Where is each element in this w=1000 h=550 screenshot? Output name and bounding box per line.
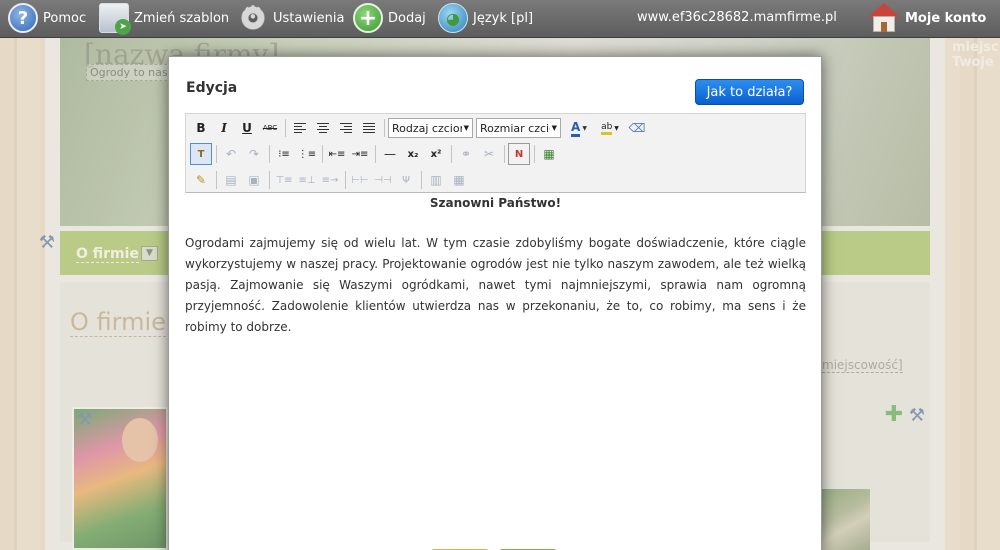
edit-modal: Edycja Jak to działa? B I U ABC Rodzaj c… bbox=[168, 56, 822, 550]
numbered-list-icon[interactable]: ⋮≡ bbox=[296, 143, 318, 165]
delete-row-icon[interactable]: ≡→ bbox=[319, 169, 341, 191]
help-button[interactable]: ? Pomoc bbox=[8, 0, 86, 36]
table-icon[interactable]: ▤ bbox=[220, 169, 242, 191]
special-char-icon[interactable]: N bbox=[508, 143, 530, 165]
add-icon: + bbox=[353, 3, 383, 33]
eraser-icon[interactable]: ⌫ bbox=[626, 117, 648, 139]
change-template-button[interactable]: Zmień szablon bbox=[99, 0, 229, 36]
template-icon bbox=[99, 3, 131, 35]
insert-row-before-icon[interactable]: ⊤≡ bbox=[273, 169, 295, 191]
undo-icon[interactable]: ↶ bbox=[220, 143, 242, 165]
subscript-button[interactable]: x₂ bbox=[402, 143, 424, 165]
horizontal-rule-icon[interactable]: — bbox=[379, 143, 401, 165]
font-size-select-value: Rozmiar czcionki bbox=[480, 121, 550, 135]
how-it-works-button[interactable]: Jak to działa? bbox=[695, 79, 804, 105]
outdent-icon[interactable]: ⇤≡ bbox=[326, 143, 348, 165]
align-justify-icon[interactable] bbox=[358, 117, 380, 139]
delete-col-icon[interactable]: Ψ bbox=[395, 169, 417, 191]
language-label: Język [pl] bbox=[473, 10, 534, 26]
indent-icon[interactable]: ⇥≡ bbox=[349, 143, 371, 165]
superscript-button[interactable]: x² bbox=[425, 143, 447, 165]
help-label: Pomoc bbox=[43, 10, 87, 26]
font-family-select-value: Rodzaj czcionki bbox=[392, 121, 462, 135]
change-template-label: Zmień szablon bbox=[134, 10, 230, 26]
site-domain[interactable]: www.ef36c28682.mamfirme.pl bbox=[637, 10, 837, 25]
bullet-list-icon[interactable]: ⁝≡ bbox=[273, 143, 295, 165]
home-icon bbox=[868, 3, 900, 33]
insert-col-before-icon[interactable]: ⊢⊢ bbox=[349, 169, 371, 191]
editor-content-area[interactable]: Szanowni Państwo! Ogrodami zajmujemy się… bbox=[185, 193, 806, 547]
modal-title: Edycja bbox=[186, 80, 238, 96]
insert-row-after-icon[interactable]: ≡⊥ bbox=[296, 169, 318, 191]
content-heading: Szanowni Państwo! bbox=[429, 196, 562, 210]
bold-button[interactable]: B bbox=[190, 117, 212, 139]
language-button[interactable]: ◕ Język [pl] bbox=[438, 0, 533, 36]
redo-icon[interactable]: ↷ bbox=[243, 143, 265, 165]
insert-col-after-icon[interactable]: ⊣⊣ bbox=[372, 169, 394, 191]
merge-cells-icon[interactable]: ▦ bbox=[448, 169, 470, 191]
unlink-icon[interactable]: ✂ bbox=[478, 143, 500, 165]
settings-label: Ustawienia bbox=[273, 10, 345, 26]
table-props-icon[interactable]: ▣ bbox=[243, 169, 265, 191]
align-center-icon[interactable] bbox=[312, 117, 334, 139]
help-icon: ? bbox=[8, 3, 38, 33]
my-account-label: Moje konto bbox=[905, 10, 987, 26]
my-account-button[interactable]: Moje konto bbox=[868, 0, 986, 36]
paste-text-icon[interactable]: T bbox=[190, 143, 212, 165]
edit-html-icon[interactable]: ✎ bbox=[190, 169, 212, 191]
gear-icon: ⚙ bbox=[238, 0, 268, 35]
highlight-color-icon[interactable]: ab ▼ bbox=[595, 117, 625, 139]
underline-button[interactable]: U bbox=[236, 117, 258, 139]
globe-icon: ◕ bbox=[438, 3, 468, 33]
content-paragraph: Ogrodami zajmujemy się od wielu lat. W t… bbox=[185, 236, 806, 334]
editor-toolbar: B I U ABC Rodzaj czcionki▼ Rozmiar czcio… bbox=[185, 113, 806, 193]
media-icon[interactable]: ▦ bbox=[538, 143, 560, 165]
font-family-select[interactable]: Rodzaj czcionki▼ bbox=[388, 118, 473, 138]
link-icon[interactable]: ⚭ bbox=[455, 143, 477, 165]
admin-topbar: ? Pomoc Zmień szablon ⚙ Ustawienia + Dod… bbox=[0, 0, 1000, 38]
text-color-icon[interactable]: A ▼ bbox=[564, 117, 594, 139]
strikethrough-button[interactable]: ABC bbox=[259, 117, 281, 139]
italic-button[interactable]: I bbox=[213, 117, 235, 139]
align-left-icon[interactable] bbox=[289, 117, 311, 139]
font-size-select[interactable]: Rozmiar czcionki▼ bbox=[476, 118, 561, 138]
add-button[interactable]: + Dodaj bbox=[353, 0, 426, 36]
align-right-icon[interactable] bbox=[335, 117, 357, 139]
add-label: Dodaj bbox=[388, 10, 426, 26]
split-cells-icon[interactable]: ▥ bbox=[425, 169, 447, 191]
settings-button[interactable]: ⚙ Ustawienia bbox=[238, 0, 344, 36]
